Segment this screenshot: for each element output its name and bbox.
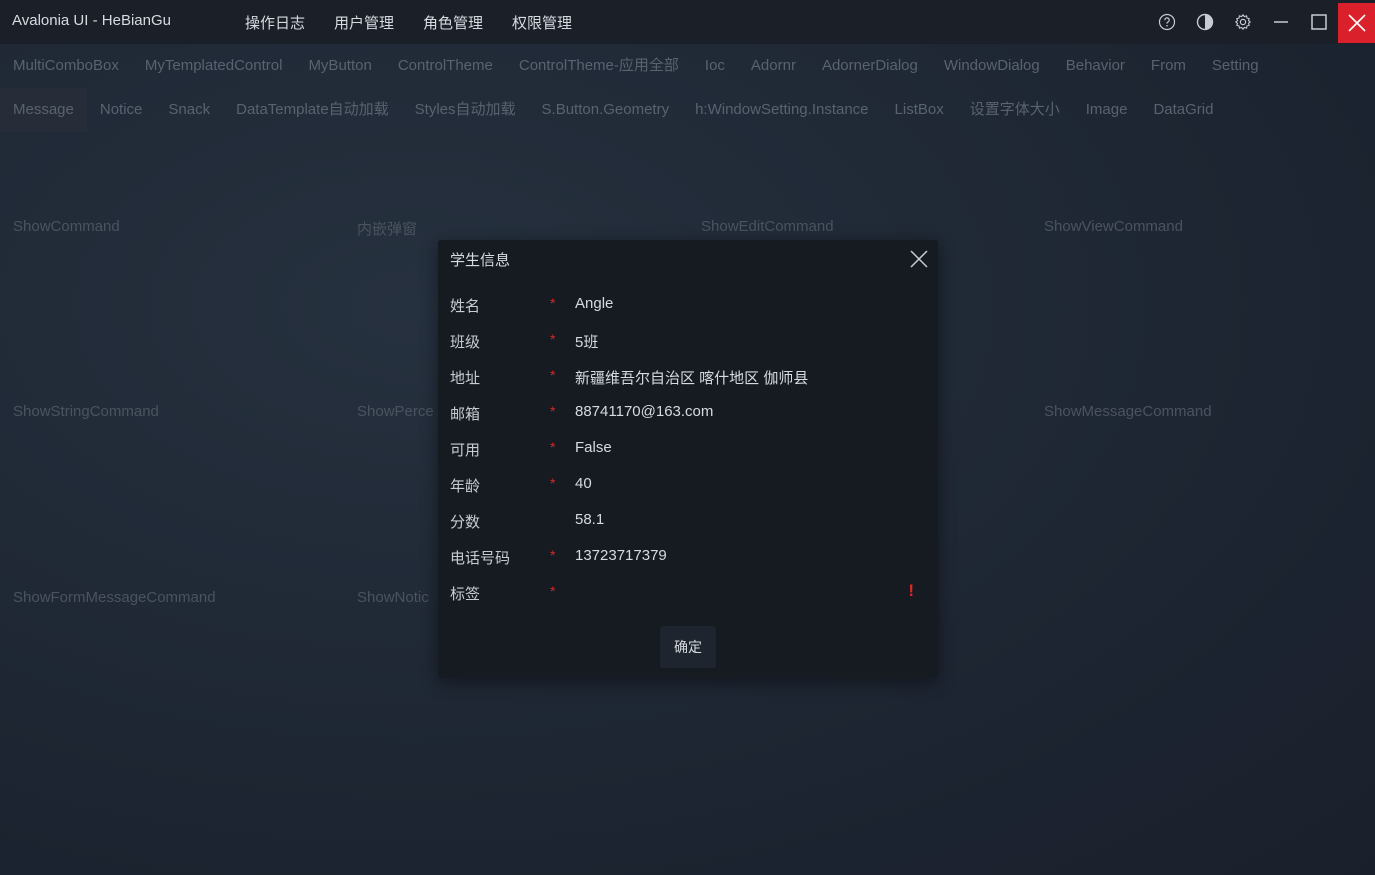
field-label: 邮箱 — [450, 406, 481, 423]
dialog-title: 学生信息 — [450, 252, 511, 269]
field-value: False — [575, 439, 612, 456]
field-value: 新疆维吾尔自治区 喀什地区 伽师县 — [575, 370, 809, 387]
required-mark: * — [550, 475, 556, 491]
show-notice-command-button[interactable]: ShowNotic — [357, 589, 429, 606]
tab-ioc[interactable]: Ioc — [692, 44, 738, 88]
tab-mytemplatedcontrol[interactable]: MyTemplatedControl — [132, 44, 296, 88]
menu-item-permission-management[interactable]: 权限管理 — [512, 12, 572, 33]
field-label: 可用 — [450, 442, 481, 459]
show-edit-command-button[interactable]: ShowEditCommand — [701, 218, 834, 235]
maximize-icon — [1311, 14, 1327, 30]
show-string-command-button[interactable]: ShowStringCommand — [13, 403, 159, 420]
confirm-button[interactable]: 确定 — [660, 626, 716, 668]
close-icon — [1347, 14, 1366, 32]
show-form-message-command-button[interactable]: ShowFormMessageCommand — [13, 589, 216, 606]
window-controls — [1148, 0, 1375, 44]
settings-icon — [1234, 13, 1252, 31]
tab-from[interactable]: From — [1138, 44, 1199, 88]
menu-item-operation-log[interactable]: 操作日志 — [245, 12, 305, 33]
tab-windowsetting-instance[interactable]: h:WindowSetting.Instance — [682, 88, 881, 132]
tab-adornerdialog[interactable]: AdornerDialog — [809, 44, 931, 88]
tab-windowdialog[interactable]: WindowDialog — [931, 44, 1053, 88]
menu-item-role-management[interactable]: 角色管理 — [423, 12, 483, 33]
field-label: 电话号码 — [450, 550, 511, 567]
tab-listbox[interactable]: ListBox — [882, 88, 957, 132]
show-command-button[interactable]: ShowCommand — [13, 218, 120, 235]
tab-image[interactable]: Image — [1073, 88, 1141, 132]
field-class: 班级 * 5班 — [450, 325, 930, 355]
show-view-command-button[interactable]: ShowViewCommand — [1044, 218, 1183, 235]
close-window-button[interactable] — [1338, 3, 1375, 43]
show-message-command-button[interactable]: ShowMessageCommand — [1044, 403, 1212, 420]
tab-bar-primary: MultiComboBox MyTemplatedControl MyButto… — [0, 44, 1272, 88]
minimize-icon — [1274, 21, 1288, 23]
field-value: 13723717379 — [575, 547, 667, 564]
required-mark: * — [550, 331, 556, 347]
tab-datagrid[interactable]: DataGrid — [1140, 88, 1226, 132]
required-mark: * — [550, 295, 556, 311]
settings-button[interactable] — [1224, 2, 1262, 42]
field-address: 地址 * 新疆维吾尔自治区 喀什地区 伽师县 — [450, 361, 930, 391]
close-icon — [910, 250, 928, 268]
tab-controltheme-apply-all[interactable]: ControlTheme-应用全部 — [506, 44, 692, 88]
field-label: 年龄 — [450, 478, 481, 495]
tab-notice[interactable]: Notice — [87, 88, 156, 132]
field-enabled: 可用 * False — [450, 433, 930, 463]
tab-datatemplate-autoload[interactable]: DataTemplate自动加载 — [223, 88, 402, 132]
field-label: 地址 — [450, 370, 481, 387]
show-percent-command-button[interactable]: ShowPerce — [357, 403, 434, 420]
required-mark: * — [550, 403, 556, 419]
tab-mybutton[interactable]: MyButton — [295, 44, 384, 88]
required-mark: * — [550, 367, 556, 383]
app-title: Avalonia UI - HeBianGu — [12, 12, 171, 29]
field-age: 年龄 * 40 — [450, 469, 930, 499]
student-info-dialog: 学生信息 姓名 * Angle 班级 * 5班 地址 * 新疆维吾尔自治区 喀什… — [438, 240, 938, 678]
help-button[interactable] — [1148, 2, 1186, 42]
required-mark: * — [550, 547, 556, 563]
tab-bar-secondary: Message Notice Snack DataTemplate自动加载 St… — [0, 88, 1226, 132]
title-bar: Avalonia UI - HeBianGu 操作日志 用户管理 角色管理 权限… — [0, 0, 1375, 44]
menu-item-user-management[interactable]: 用户管理 — [334, 12, 394, 33]
validation-error-icon[interactable]: ! — [908, 581, 914, 601]
required-mark: * — [550, 439, 556, 455]
field-tags: 标签 * ! — [450, 577, 930, 607]
field-value: 40 — [575, 475, 592, 492]
tab-button-geometry[interactable]: S.Button.Geometry — [529, 88, 683, 132]
field-value: Angle — [575, 295, 614, 312]
embedded-popup-button[interactable]: 内嵌弹窗 — [357, 218, 417, 239]
tab-adornr[interactable]: Adornr — [738, 44, 809, 88]
minimize-button[interactable] — [1262, 2, 1300, 42]
dialog-close-button[interactable] — [908, 248, 930, 270]
field-label: 班级 — [450, 334, 481, 351]
theme-toggle-button[interactable] — [1186, 2, 1224, 42]
field-label: 姓名 — [450, 298, 481, 315]
tab-multicombobox[interactable]: MultiComboBox — [0, 44, 132, 88]
tab-snack[interactable]: Snack — [155, 88, 223, 132]
field-value: 5班 — [575, 334, 599, 351]
tab-font-size[interactable]: 设置字体大小 — [957, 88, 1073, 132]
field-name: 姓名 * Angle — [450, 289, 930, 319]
field-phone: 电话号码 * 13723717379 — [450, 541, 930, 571]
field-label: 标签 — [450, 586, 481, 603]
maximize-button[interactable] — [1300, 2, 1338, 42]
field-label: 分数 — [450, 514, 481, 531]
tab-controltheme[interactable]: ControlTheme — [385, 44, 506, 88]
field-value: 88741170@163.com — [575, 403, 714, 420]
required-mark: * — [550, 583, 556, 599]
field-value: 58.1 — [575, 511, 605, 528]
field-score: 分数 58.1 — [450, 505, 930, 535]
tab-behavior[interactable]: Behavior — [1053, 44, 1138, 88]
top-menu: 操作日志 用户管理 角色管理 权限管理 — [245, 12, 601, 33]
theme-icon — [1196, 13, 1214, 31]
tab-message[interactable]: Message — [0, 88, 87, 132]
field-email: 邮箱 * 88741170@163.com — [450, 397, 930, 427]
tab-styles-autoload[interactable]: Styles自动加载 — [402, 88, 529, 132]
help-icon — [1158, 13, 1176, 31]
tab-setting[interactable]: Setting — [1199, 44, 1272, 88]
